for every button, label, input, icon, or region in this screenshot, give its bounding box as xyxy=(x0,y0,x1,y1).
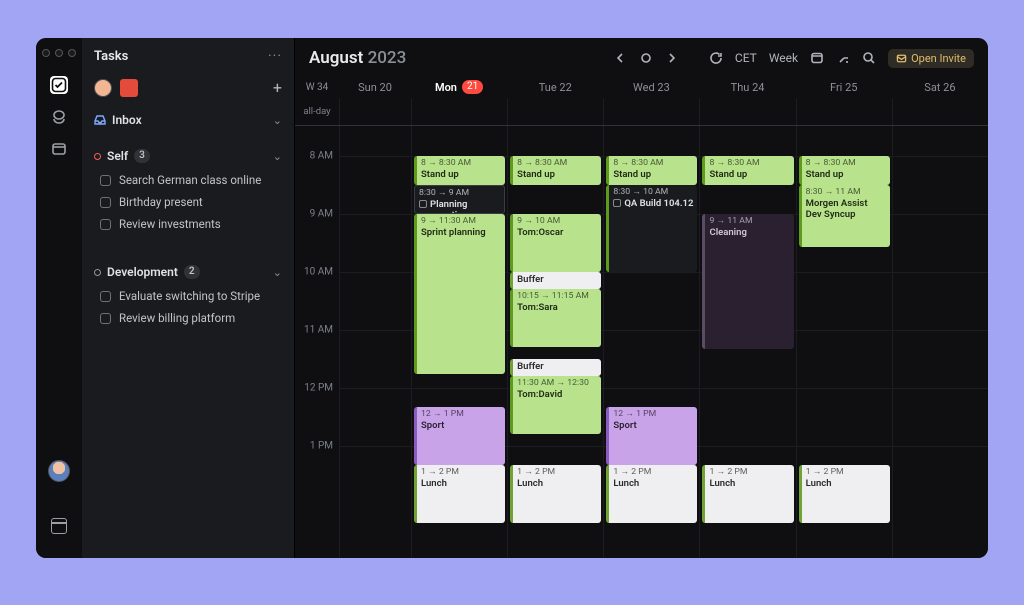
task-label: Review investments xyxy=(119,217,221,231)
checkbox-icon[interactable] xyxy=(100,313,111,324)
prev-button[interactable] xyxy=(613,51,627,65)
col-sat[interactable] xyxy=(892,126,988,558)
tasks-sidebar: Tasks ··· + Inbox ⌄ Self 3 ⌄ Search Germ… xyxy=(82,38,294,558)
week-number: W 34 xyxy=(295,80,339,94)
calendar-event[interactable]: 1 → 2 PMLunch xyxy=(606,465,697,523)
loop-rail-icon[interactable] xyxy=(49,107,69,127)
checkbox-icon[interactable] xyxy=(100,197,111,208)
col-wed[interactable]: 8 → 8:30 AMStand up8:30 → 10 AMQA Build … xyxy=(603,126,699,558)
task-item[interactable]: Search German class online xyxy=(94,169,282,191)
account-avatar-1[interactable] xyxy=(94,79,112,97)
calendar-event[interactable]: Buffer xyxy=(510,359,601,376)
month-title: August 2023 xyxy=(309,48,406,68)
checkbox-icon[interactable] xyxy=(100,219,111,230)
checkbox-icon[interactable] xyxy=(419,200,427,208)
today-button[interactable] xyxy=(639,51,653,65)
time-column: 8 AM9 AM10 AM11 AM12 PM1 PM xyxy=(295,126,339,558)
calendar-event[interactable]: 8:30 → 9 AMPlanning preparation xyxy=(414,185,505,214)
user-avatar[interactable] xyxy=(48,460,70,482)
time-grid[interactable]: 8 AM9 AM10 AM11 AM12 PM1 PM 8 → 8:30 AMS… xyxy=(295,126,988,558)
dev-section-header[interactable]: Development 2 ⌄ xyxy=(94,259,282,285)
task-item[interactable]: Birthday present xyxy=(94,191,282,213)
calendar-event[interactable]: 1 → 2 PMLunch xyxy=(799,465,890,523)
self-color-dot xyxy=(94,153,101,160)
calendar-event[interactable]: 8 → 8:30 AMStand up xyxy=(606,156,697,185)
calendar-event[interactable]: 8 → 8:30 AMStand up xyxy=(510,156,601,185)
allday-label: all-day xyxy=(295,98,339,125)
calendar-event[interactable]: 1 → 2 PMLunch xyxy=(414,465,505,523)
calendar-event[interactable]: 10:15 → 11:15 AMTom:Sara xyxy=(510,289,601,347)
calendar-event[interactable]: 12 → 1 PMSport xyxy=(414,407,505,465)
date-picker-icon[interactable] xyxy=(810,51,824,65)
calendar-event[interactable]: 8 → 8:30 AMStand up xyxy=(702,156,793,185)
command-icon[interactable] xyxy=(836,51,850,65)
self-section-header[interactable]: Self 3 ⌄ xyxy=(94,143,282,169)
tasks-rail-icon[interactable] xyxy=(49,75,69,95)
sidebar-title: Tasks xyxy=(94,49,128,64)
activity-rail xyxy=(36,38,82,558)
calendar-rail-icon[interactable] xyxy=(49,516,69,536)
day-wed[interactable]: Wed 23 xyxy=(603,80,699,94)
checkbox-icon[interactable] xyxy=(613,199,621,207)
calendar-event[interactable]: 8:30 → 10 AMQA Build 104.12 xyxy=(606,185,697,272)
app-window: Tasks ··· + Inbox ⌄ Self 3 ⌄ Search Germ… xyxy=(36,38,988,558)
checkbox-icon[interactable] xyxy=(100,175,111,186)
account-row: + xyxy=(82,72,294,107)
calendar-topbar: August 2023 CET Week Open Invite xyxy=(295,38,988,74)
window-controls[interactable] xyxy=(42,46,76,57)
day-header-row: W 34 Sun 20 Mon21 Tue 22 Wed 23 Thu 24 F… xyxy=(295,74,988,98)
col-mon[interactable]: 8 → 8:30 AMStand up8:30 → 9 AMPlanning p… xyxy=(411,126,507,558)
calendar-event[interactable]: 1 → 2 PMLunch xyxy=(510,465,601,523)
task-item[interactable]: Review investments xyxy=(94,213,282,235)
calendar-event[interactable]: 11:30 AM → 12:30Tom:David xyxy=(510,376,601,434)
task-label: Review billing platform xyxy=(119,311,235,325)
open-invite-button[interactable]: Open Invite xyxy=(888,49,974,68)
calendar-event[interactable]: 8 → 8:30 AMStand up xyxy=(414,156,505,185)
add-account-icon[interactable]: + xyxy=(273,78,282,97)
day-fri[interactable]: Fri 25 xyxy=(796,80,892,94)
view-selector[interactable]: Week xyxy=(769,51,798,65)
timezone-label[interactable]: CET xyxy=(735,51,757,65)
calendar-event[interactable]: 9 → 10 AMTom:Oscar xyxy=(510,214,601,272)
col-thu[interactable]: 8 → 8:30 AMStand up 9 → 11 AMCleaning 1 → … xyxy=(699,126,795,558)
day-tue[interactable]: Tue 22 xyxy=(507,80,603,94)
calendar-event[interactable]: 9 → 11 AMCleaning xyxy=(702,214,793,349)
archive-rail-icon[interactable] xyxy=(49,139,69,159)
day-thu[interactable]: Thu 24 xyxy=(699,80,795,94)
calendar-event[interactable]: 9 → 11:30 AMSprint planning xyxy=(414,214,505,374)
account-avatar-2[interactable] xyxy=(120,79,138,97)
calendar-event[interactable]: 12 → 1 PMSport xyxy=(606,407,697,465)
calendar-event[interactable]: 8:30 → 11 AMMorgen Assist Dev Syncup xyxy=(799,185,890,247)
calendar-event[interactable]: 8 → 8:30 AMStand up xyxy=(799,156,890,185)
calendar-grid-wrap: W 34 Sun 20 Mon21 Tue 22 Wed 23 Thu 24 F… xyxy=(295,74,988,558)
refresh-button[interactable] xyxy=(709,51,723,65)
inbox-icon xyxy=(94,114,106,126)
task-label: Evaluate switching to Stripe xyxy=(119,289,260,303)
day-mon[interactable]: Mon21 xyxy=(411,80,507,94)
checkbox-icon[interactable] xyxy=(100,291,111,302)
calendar-event[interactable]: Buffer xyxy=(510,272,601,289)
allday-row: all-day xyxy=(295,98,988,126)
chevron-down-icon: ⌄ xyxy=(273,150,282,163)
chevron-down-icon: ⌄ xyxy=(273,266,282,279)
calendar-event[interactable]: 1 → 2 PMLunch xyxy=(702,465,793,523)
chevron-down-icon: ⌄ xyxy=(273,114,282,127)
more-icon[interactable]: ··· xyxy=(268,48,282,64)
task-label: Birthday present xyxy=(119,195,203,209)
col-tue[interactable]: 8 → 8:30 AMStand up9 → 10 AMTom:OscarBuf… xyxy=(507,126,603,558)
next-button[interactable] xyxy=(665,51,679,65)
task-item[interactable]: Review billing platform xyxy=(94,307,282,329)
col-fri[interactable]: 8 → 8:30 AMStand up8:30 → 11 AMMorgen As… xyxy=(796,126,892,558)
col-sun[interactable] xyxy=(339,126,411,558)
day-sun[interactable]: Sun 20 xyxy=(339,80,411,94)
calendar-main: August 2023 CET Week Open Invite xyxy=(294,38,988,558)
task-label: Search German class online xyxy=(119,173,261,187)
dev-color-dot xyxy=(94,269,101,276)
inbox-section-header[interactable]: Inbox ⌄ xyxy=(94,107,282,133)
day-sat[interactable]: Sat 26 xyxy=(892,80,988,94)
task-item[interactable]: Evaluate switching to Stripe xyxy=(94,285,282,307)
search-icon[interactable] xyxy=(862,51,876,65)
